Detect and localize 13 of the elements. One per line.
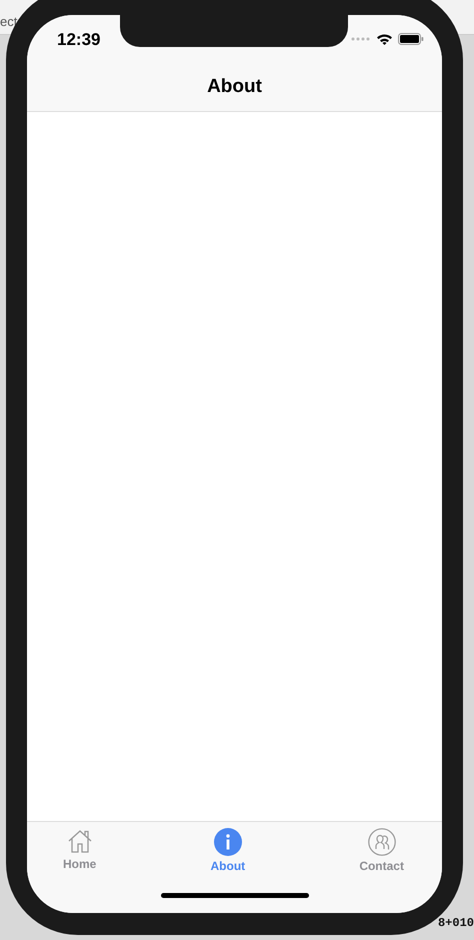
tab[interactable]: Contact [351, 828, 412, 873]
wifi-icon [376, 32, 393, 44]
battery-icon [398, 32, 424, 44]
house-icon [66, 828, 93, 854]
background-text: ect [0, 14, 18, 28]
signal-icon [351, 36, 371, 40]
people-icon [368, 828, 396, 856]
background-text: 8+010 [438, 916, 474, 930]
tab[interactable]: About [202, 828, 254, 873]
status-time: 12:39 [57, 30, 100, 50]
info-icon [214, 828, 242, 856]
tab[interactable]: Home [55, 828, 104, 873]
page-title: About [207, 76, 262, 98]
